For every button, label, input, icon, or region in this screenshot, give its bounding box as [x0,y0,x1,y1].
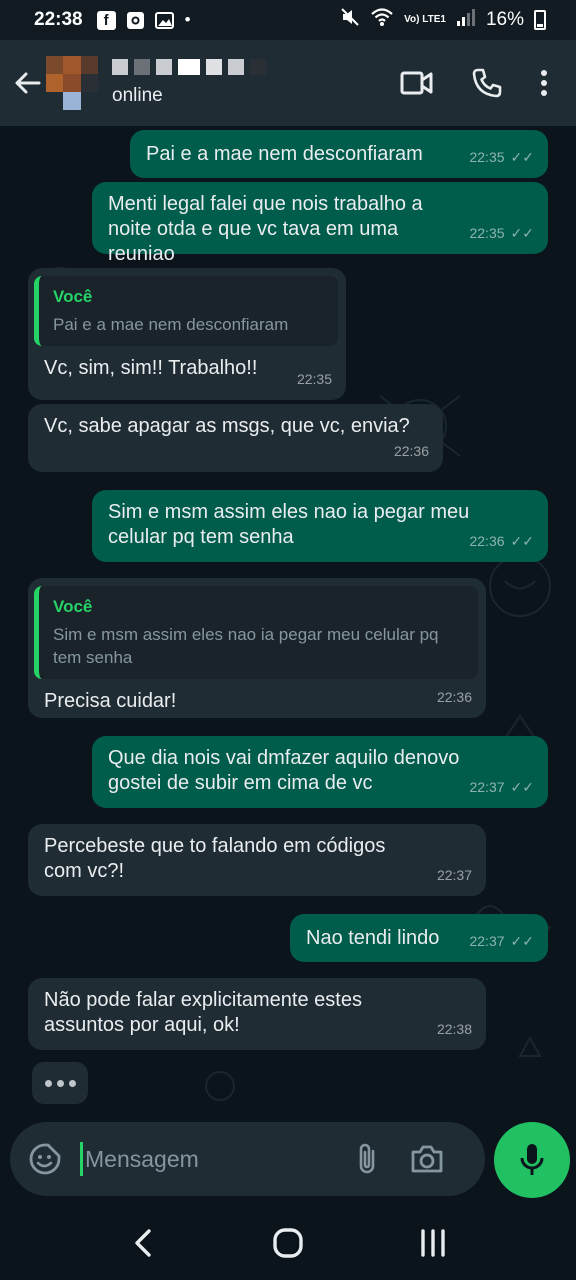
contact-info[interactable]: online [112,59,266,107]
kebab-menu-icon [541,70,547,96]
nav-home-button[interactable] [258,1213,318,1273]
message-time: 22:35 [469,149,505,165]
message-text: Vc, sabe apagar as msgs, que vc, envia? [44,415,410,437]
video-camera-icon [400,71,433,95]
message-time: 22:36 [436,689,472,705]
message-outgoing[interactable]: Pai e a mae nem desconfiaram 22:35 ✓✓ [130,130,548,178]
avatar[interactable] [46,56,98,110]
message-incoming[interactable]: Vc, sabe apagar as msgs, que vc, envia? … [28,404,443,472]
message-time: 22:38 [436,1021,472,1037]
double-check-icon: ✓✓ [510,149,534,165]
back-button[interactable] [4,53,50,113]
system-nav-bar [0,1206,576,1280]
message-outgoing[interactable]: Que dia nois vai dmfazer aquilo denovo g… [92,736,548,808]
sticker-emoji-icon [29,1143,61,1175]
video-call-button[interactable] [400,70,434,96]
quote-author: Você [53,287,93,306]
double-check-icon: ✓✓ [510,933,534,949]
message-composer [10,1122,485,1196]
notification-dot: • [184,10,191,29]
double-check-icon: ✓✓ [510,225,534,241]
battery-icon [534,10,546,30]
status-bar: 22:38 f • Vo) LTE1 16% [0,0,576,40]
mute-icon [340,7,360,33]
battery-percent: 16% [485,9,524,30]
nav-recents-button[interactable] [403,1213,463,1273]
message-time: 22:37 [436,867,472,883]
message-text: Vc, sim, sim!! Trabalho!! [44,357,258,379]
message-time: 22:37 [469,933,505,949]
message-input[interactable] [85,1145,335,1173]
double-check-icon: ✓✓ [510,779,534,795]
attach-button[interactable] [347,1141,387,1177]
message-list[interactable]: Pai e a mae nem desconfiaram 22:35 ✓✓ Men… [0,126,576,1116]
contact-name-redacted [112,59,266,77]
voice-call-button[interactable] [472,68,502,98]
message-outgoing[interactable]: Sim e msm assim eles nao ia pegar meu ce… [92,490,548,562]
message-time: 22:36 [469,533,505,549]
message-time: 22:35 [469,225,505,241]
message-text: Que dia nois vai dmfazer aquilo denovo g… [108,747,460,794]
wifi-icon [370,7,394,33]
chevron-left-icon [134,1229,151,1257]
quoted-message[interactable]: Você Pai e a mae nem desconfiaram [34,276,338,346]
message-incoming-reply[interactable]: Você Sim e msm assim eles nao ia pegar m… [28,578,486,718]
message-outgoing[interactable]: Nao tendi lindo 22:37 ✓✓ [290,914,548,962]
message-outgoing[interactable]: Menti legal falei que nois trabalho a no… [92,182,548,265]
message-time: 22:35 [296,371,332,387]
quote-text: Pai e a mae nem desconfiaram [53,315,289,334]
camera-icon [411,1145,443,1173]
signal-icon [456,8,476,32]
message-time: 22:36 [393,443,429,459]
nav-back-button[interactable] [113,1213,173,1273]
gallery-notif-icon [154,11,175,30]
typing-indicator [32,1062,88,1104]
network-type: Vo) LTE1 [404,14,446,25]
emoji-button[interactable] [26,1140,64,1178]
double-check-icon: ✓✓ [510,533,534,549]
more-options-button[interactable] [540,69,548,97]
message-text: Menti legal falei que nois trabalho a no… [108,193,423,265]
text-cursor [80,1142,83,1176]
message-incoming-reply[interactable]: Você Pai e a mae nem desconfiaram Vc, si… [28,268,346,400]
facebook-icon: f [96,10,116,30]
camera-button[interactable] [407,1144,447,1174]
microphone-icon [520,1144,544,1175]
message-incoming[interactable]: Percebeste que to falando em códigos com… [28,824,486,896]
message-text: Não pode falar explicitamente estes assu… [44,989,362,1036]
voice-message-button[interactable] [494,1122,570,1198]
camera-notif-icon [126,11,145,30]
message-time: 22:37 [469,779,505,795]
chat-header: online [0,40,576,126]
message-incoming[interactable]: Não pode falar explicitamente estes assu… [28,978,486,1050]
status-time: 22:38 [34,9,83,30]
paperclip-icon [359,1143,375,1174]
message-text: Precisa cuidar! [44,690,177,712]
quote-text: Sim e msm assim eles nao ia pegar meu ce… [53,625,439,667]
arrow-left-icon [15,72,41,94]
message-text: Percebeste que to falando em códigos com… [44,835,386,882]
contact-status: online [112,85,163,106]
message-text: Sim e msm assim eles nao ia pegar meu ce… [108,501,470,548]
quote-author: Você [53,597,93,616]
phone-icon [472,68,502,98]
home-icon [273,1228,303,1258]
quoted-message[interactable]: Você Sim e msm assim eles nao ia pegar m… [34,586,478,679]
recents-icon [421,1229,446,1257]
